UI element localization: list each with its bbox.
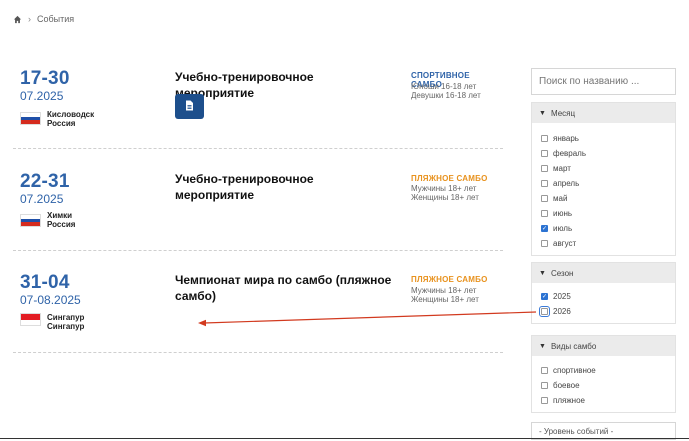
event-date-month: 07.2025 xyxy=(20,89,64,103)
event-title[interactable]: Учебно-тренировочное мероприятие xyxy=(175,69,395,101)
filter-sambo-types-panel: ▼ Виды самбо спортивное боевое пляжное xyxy=(531,335,676,413)
checkbox[interactable] xyxy=(541,367,548,374)
event-city: Кисловодск xyxy=(47,110,95,119)
caret-down-icon: ▼ xyxy=(539,269,546,277)
age-group: Мужчины 18+ лет xyxy=(411,286,477,295)
option-label: 2026 xyxy=(553,307,571,316)
event-city: Химки xyxy=(47,211,73,220)
chevron-right-icon: › xyxy=(28,14,31,24)
checkbox[interactable] xyxy=(541,382,548,389)
checkbox[interactable] xyxy=(541,210,548,217)
event-age-groups: Мужчины 18+ лет Женщины 18+ лет xyxy=(411,184,479,202)
filter-month-panel: ▼ Месяц январь февраль март апрель май и… xyxy=(531,102,676,256)
event-title[interactable]: Чемпионат мира по самбо (пляжное самбо) xyxy=(175,272,395,304)
checkbox[interactable] xyxy=(541,150,548,157)
option-label: боевое xyxy=(553,381,580,390)
age-group: Юноши 16-18 лет xyxy=(411,82,477,91)
flag-singapore-icon xyxy=(20,313,41,326)
season-option-2025[interactable]: 2025 xyxy=(541,289,666,304)
filter-season-panel: ▼ Сезон 2025 2026 xyxy=(531,262,676,324)
document-button[interactable] xyxy=(175,94,204,119)
month-option-may[interactable]: май xyxy=(541,191,666,206)
caret-down-icon: ▼ xyxy=(539,342,546,350)
divider xyxy=(13,148,503,149)
month-option-february[interactable]: февраль xyxy=(541,146,666,161)
season-option-2026[interactable]: 2026 xyxy=(539,304,666,319)
event-sport-type[interactable]: ПЛЯЖНОЕ САМБО xyxy=(411,275,488,284)
caret-down-icon: ▼ xyxy=(539,109,546,117)
event-city: Сингапур xyxy=(47,313,85,322)
sambo-type-combat[interactable]: боевое xyxy=(541,378,666,393)
age-group: Женщины 18+ лет xyxy=(411,295,479,304)
filter-sambo-types-header[interactable]: ▼ Виды самбо xyxy=(532,336,675,356)
event-title-line: самбо) xyxy=(175,289,216,303)
checkbox[interactable] xyxy=(541,240,548,247)
month-option-march[interactable]: март xyxy=(541,161,666,176)
filter-season-header[interactable]: ▼ Сезон xyxy=(532,263,675,283)
event-location: Кисловодск Россия xyxy=(47,110,94,128)
flag-russia-icon xyxy=(20,112,41,125)
event-date-range: 31-04 xyxy=(20,272,70,293)
sambo-type-beach[interactable]: пляжное xyxy=(541,393,666,408)
option-label: январь xyxy=(553,134,579,143)
event-title-line: Чемпионат мира по самбо (пляжное xyxy=(175,273,392,287)
document-icon xyxy=(185,98,194,116)
checkbox[interactable] xyxy=(541,180,548,187)
month-option-august[interactable]: август xyxy=(541,236,666,251)
event-age-groups: Юноши 16-18 лет Девушки 16-18 лет xyxy=(411,82,481,100)
option-label: март xyxy=(553,164,571,173)
month-option-june[interactable]: июнь xyxy=(541,206,666,221)
age-group: Женщины 18+ лет xyxy=(411,193,479,202)
option-label: май xyxy=(553,194,568,203)
option-label: спортивное xyxy=(553,366,596,375)
option-label: июль xyxy=(553,224,573,233)
event-sport-type[interactable]: ПЛЯЖНОЕ САМБО xyxy=(411,174,488,183)
month-option-january[interactable]: январь xyxy=(541,131,666,146)
event-location: Химки Россия xyxy=(47,211,75,229)
checkbox[interactable] xyxy=(541,195,548,202)
event-age-groups: Мужчины 18+ лет Женщины 18+ лет xyxy=(411,286,479,304)
sambo-type-sport[interactable]: спортивное xyxy=(541,363,666,378)
flag-russia-icon xyxy=(20,214,41,227)
age-group: Мужчины 18+ лет xyxy=(411,184,477,193)
checkbox[interactable] xyxy=(541,135,548,142)
filter-month-header[interactable]: ▼ Месяц xyxy=(532,103,675,123)
event-date-month: 07-08.2025 xyxy=(20,293,81,307)
filter-month-title: Месяц xyxy=(550,108,576,118)
search-input[interactable] xyxy=(531,68,676,95)
option-label: апрель xyxy=(553,179,580,188)
checkbox[interactable] xyxy=(539,306,550,317)
event-title[interactable]: Учебно-тренировочное мероприятие xyxy=(175,171,395,203)
option-label: август xyxy=(553,239,577,248)
month-option-april[interactable]: апрель xyxy=(541,176,666,191)
breadcrumb-current: События xyxy=(37,14,75,24)
option-label: 2025 xyxy=(553,292,571,301)
filter-season-title: Сезон xyxy=(550,268,574,278)
filter-sambo-types-title: Виды самбо xyxy=(550,341,597,351)
event-location: Сингапур Сингапур xyxy=(47,313,84,331)
checkbox[interactable] xyxy=(541,165,548,172)
divider xyxy=(13,250,503,251)
event-date-range: 17-30 xyxy=(20,68,70,89)
home-icon[interactable] xyxy=(13,15,22,24)
bottom-border xyxy=(0,438,689,439)
event-country: Сингапур xyxy=(47,322,85,331)
age-group: Девушки 16-18 лет xyxy=(411,91,481,100)
event-country: Россия xyxy=(47,119,76,128)
event-country: Россия xyxy=(47,220,76,229)
option-label: пляжное xyxy=(553,396,585,405)
breadcrumb: › События xyxy=(13,14,74,24)
checkbox[interactable] xyxy=(541,225,548,232)
month-option-july[interactable]: июль xyxy=(541,221,666,236)
checkbox[interactable] xyxy=(541,293,548,300)
divider xyxy=(13,352,503,353)
checkbox[interactable] xyxy=(541,397,548,404)
option-label: февраль xyxy=(553,149,587,158)
option-label: июнь xyxy=(553,209,573,218)
event-date-month: 07.2025 xyxy=(20,192,64,206)
event-date-range: 22-31 xyxy=(20,171,70,192)
